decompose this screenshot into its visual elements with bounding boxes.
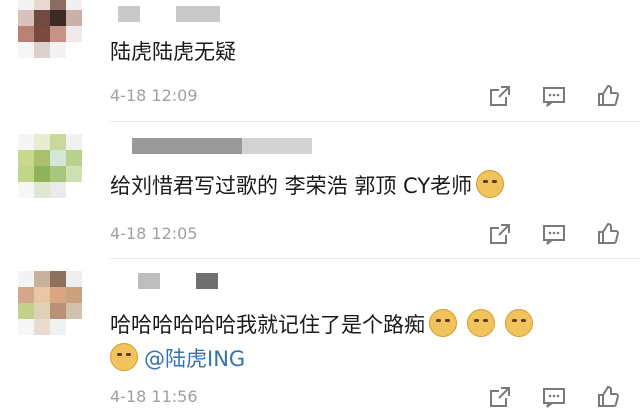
comment-actions	[486, 383, 622, 411]
avatar-pixel	[18, 26, 34, 42]
avatar-pixel	[66, 271, 82, 287]
comment-text-body: 给刘惜君写过歌的 李荣浩 郭顶 CY老师	[110, 174, 473, 198]
avatar-pixel	[50, 26, 66, 42]
like-icon[interactable]	[594, 383, 622, 411]
avatar[interactable]	[18, 271, 82, 335]
comment-text: 陆虎陆虎无疑	[110, 40, 236, 64]
username-blurred[interactable]	[132, 138, 242, 154]
comment-actions	[486, 220, 622, 248]
avatar-pixel	[50, 150, 66, 166]
avatar-pixel	[50, 303, 66, 319]
avatar-pixel	[66, 150, 82, 166]
username-blurred[interactable]	[118, 6, 140, 22]
avatar-pixel	[66, 166, 82, 182]
avatar-pixel	[34, 166, 50, 182]
comment-actions	[486, 82, 622, 110]
avatar-pixel	[18, 0, 34, 10]
doge-emoji-icon	[505, 309, 533, 337]
like-icon[interactable]	[594, 82, 622, 110]
comment-text: 给刘惜君写过歌的 李荣浩 郭顶 CY老师	[110, 170, 505, 202]
mention-link[interactable]: @陆虎ING	[144, 347, 245, 371]
avatar-pixel	[18, 271, 34, 287]
avatar-pixel	[66, 182, 82, 198]
avatar-pixel	[34, 287, 50, 303]
avatar-pixel	[34, 42, 50, 58]
avatar-pixel	[50, 319, 66, 335]
avatar-pixel	[50, 134, 66, 150]
avatar[interactable]	[18, 134, 82, 198]
avatar-pixel	[50, 271, 66, 287]
avatar-pixel	[34, 150, 50, 166]
doge-emoji-icon	[476, 170, 505, 198]
avatar-pixel	[34, 303, 50, 319]
avatar-pixel	[18, 166, 34, 182]
doge-emoji-icon	[429, 309, 457, 337]
comment-icon[interactable]	[540, 383, 568, 411]
avatar-pixel	[66, 319, 82, 335]
avatar-pixel	[34, 182, 50, 198]
avatar-pixel	[50, 0, 66, 10]
avatar-pixel	[18, 303, 34, 319]
avatar-pixel	[34, 319, 50, 335]
avatar-pixel	[50, 182, 66, 198]
share-icon[interactable]	[486, 82, 514, 110]
comment-1: 陆虎陆虎无疑 4-18 12:09	[0, 0, 640, 122]
avatar-pixel	[66, 134, 82, 150]
timestamp: 4-18 11:56	[110, 387, 198, 406]
comment-text: 哈哈哈哈哈哈我就记住了是个路痴	[110, 309, 533, 341]
username-blurred[interactable]	[196, 273, 218, 289]
comment-icon[interactable]	[540, 82, 568, 110]
avatar-pixel	[34, 271, 50, 287]
avatar-pixel	[34, 26, 50, 42]
avatar-pixel	[34, 0, 50, 10]
avatar-pixel	[66, 10, 82, 26]
username-blurred[interactable]	[242, 138, 312, 154]
avatar-pixel	[18, 319, 34, 335]
comment-text-body: 哈哈哈哈哈哈我就记住了是个路痴	[110, 313, 425, 337]
doge-emoji-icon	[110, 343, 138, 371]
comment-icon[interactable]	[540, 220, 568, 248]
avatar-pixel	[50, 287, 66, 303]
avatar-pixel	[18, 134, 34, 150]
comment-3: 哈哈哈哈哈哈我就记住了是个路痴 @陆虎ING 4-18 11:56	[0, 259, 640, 409]
username-blurred[interactable]	[138, 273, 160, 289]
share-icon[interactable]	[486, 220, 514, 248]
avatar-pixel	[18, 287, 34, 303]
avatar-pixel	[66, 26, 82, 42]
doge-emoji-icon	[467, 309, 495, 337]
avatar[interactable]	[18, 0, 82, 58]
comment-2: 给刘惜君写过歌的 李荣浩 郭顶 CY老师 4-18 12:05	[0, 122, 640, 259]
avatar-pixel	[50, 166, 66, 182]
avatar-pixel	[18, 150, 34, 166]
avatar-pixel	[50, 42, 66, 58]
timestamp: 4-18 12:05	[110, 224, 198, 243]
avatar-pixel	[66, 0, 82, 10]
avatar-pixel	[18, 10, 34, 26]
username-blurred[interactable]	[176, 6, 220, 22]
avatar-pixel	[66, 42, 82, 58]
comment-text-line-2: @陆虎ING	[110, 343, 245, 375]
avatar-pixel	[18, 42, 34, 58]
avatar-pixel	[34, 10, 50, 26]
share-icon[interactable]	[486, 383, 514, 411]
timestamp: 4-18 12:09	[110, 86, 198, 105]
avatar-pixel	[50, 10, 66, 26]
avatar-pixel	[66, 287, 82, 303]
like-icon[interactable]	[594, 220, 622, 248]
avatar-pixel	[34, 134, 50, 150]
avatar-pixel	[18, 182, 34, 198]
avatar-pixel	[66, 303, 82, 319]
